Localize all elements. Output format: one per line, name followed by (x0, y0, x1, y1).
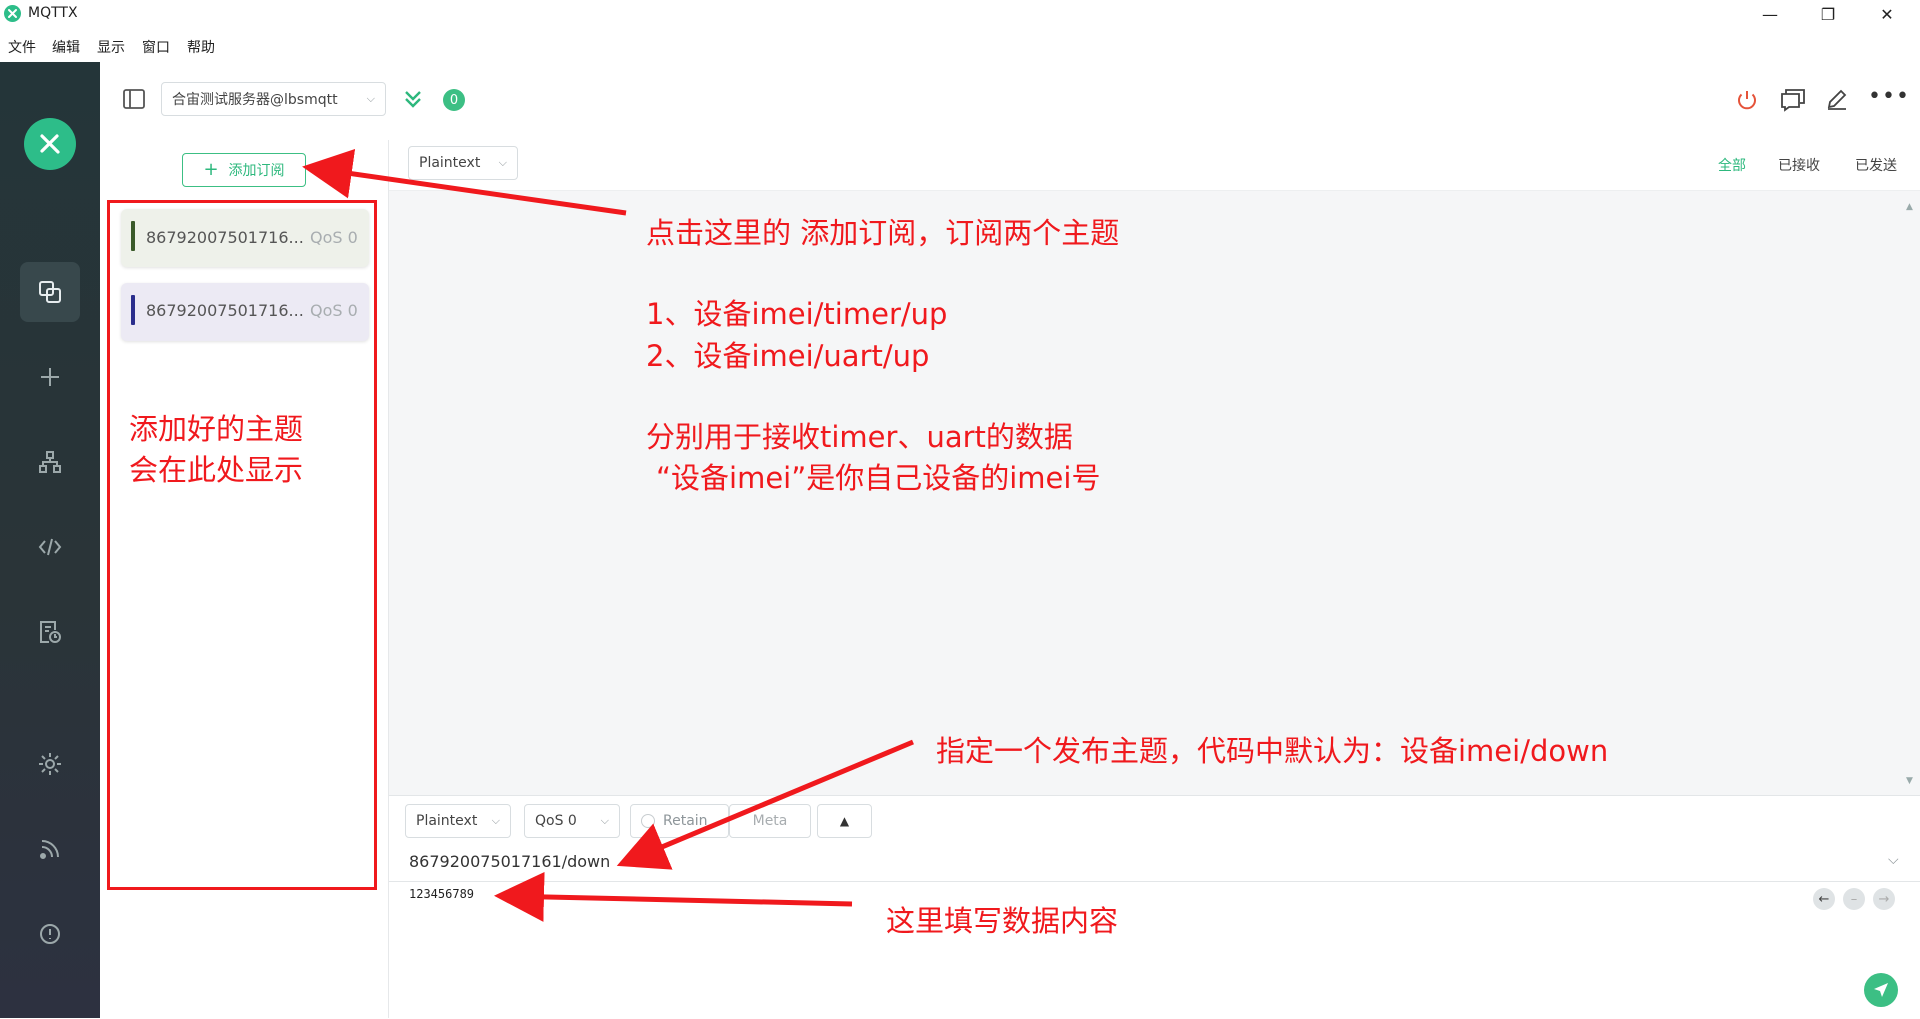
annotation-text: 会在此处显示 (129, 453, 304, 487)
annotation-text: “设备imei”是你自己设备的imei号 (656, 461, 1101, 495)
annotation-text: 1、设备imei/timer/up (646, 297, 948, 331)
annotation-text: 点击这里的 添加订阅，订阅两个主题 (646, 216, 1120, 250)
annotation-text: 2、设备imei/uart/up (646, 339, 930, 373)
annotation-text: 这里填写数据内容 (886, 904, 1119, 938)
annotation-arrows (302, 148, 914, 922)
annotation-text: 指定一个发布主题，代码中默认为：设备imei/down (936, 734, 1609, 768)
annotation-text: 添加好的主题 (129, 412, 304, 446)
annotation-text: 分别用于接收timer、uart的数据 (646, 420, 1073, 454)
